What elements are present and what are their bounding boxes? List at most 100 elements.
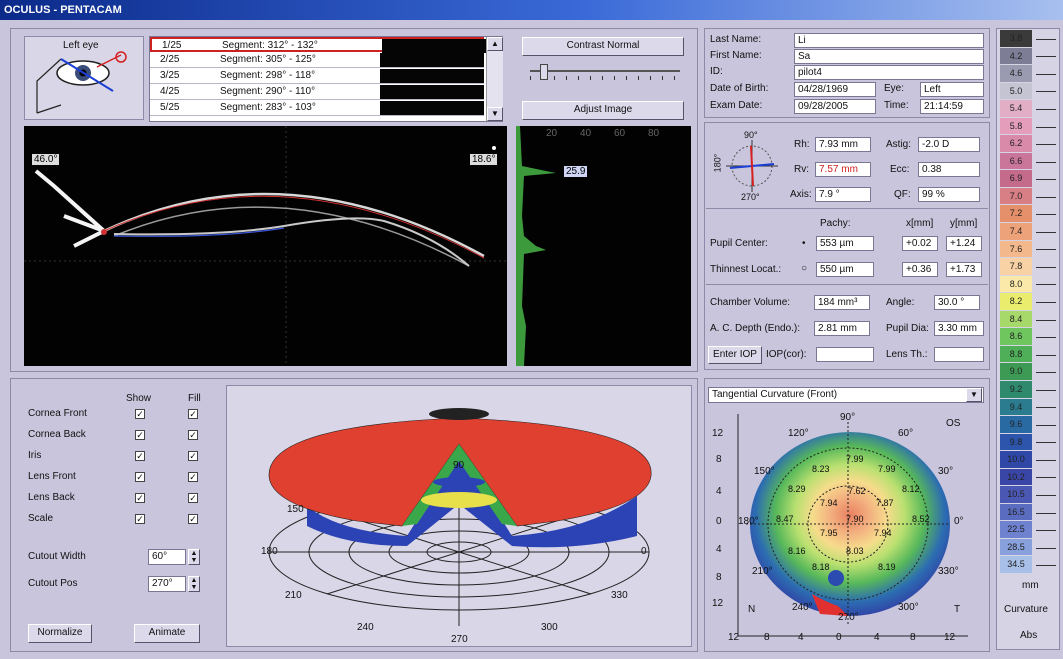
map-x-tick: 4	[798, 632, 804, 643]
lens-th-field[interactable]	[934, 347, 984, 362]
scale-cell: 9.6	[1000, 416, 1032, 433]
scale-tick	[1036, 459, 1056, 461]
scale-cell: 4.2	[1000, 47, 1032, 65]
normalize-button[interactable]: Normalize	[28, 624, 92, 643]
segment-item[interactable]: 1/25 Segment: 312° - 132°	[150, 37, 486, 53]
pupil-center-marker: •	[802, 238, 806, 249]
scroll-down-button[interactable]: ▼	[487, 107, 503, 121]
map-y-tick: 4	[716, 486, 722, 497]
thinnest-x[interactable]: +0.36	[902, 262, 938, 277]
cutout-pos-field[interactable]: 270°	[148, 576, 186, 592]
adjust-image-button[interactable]: Adjust Image	[522, 101, 684, 120]
pupil-center-pachy[interactable]: 553 µm	[816, 236, 874, 251]
exam-date-field[interactable]: 09/28/2005	[794, 99, 876, 114]
scale-tick	[1036, 108, 1056, 110]
rh-field[interactable]: 7.93 mm	[815, 137, 871, 152]
fill-checkbox[interactable]: ✓	[188, 514, 198, 524]
keratometry-divider	[706, 208, 988, 209]
chamber-volume-field[interactable]: 184 mm³	[814, 295, 870, 310]
show-checkbox[interactable]: ✓	[135, 409, 145, 419]
map-angle: 120°	[788, 428, 809, 439]
eye-icon	[36, 51, 127, 114]
segment-item[interactable]: 4/25 Segment: 290° - 110°	[150, 85, 484, 100]
cutout-width-label: Cutout Width	[28, 551, 86, 562]
show-checkbox[interactable]: ✓	[135, 514, 145, 524]
last-name-field[interactable]: Li	[794, 33, 984, 48]
show-checkbox[interactable]: ✓	[135, 493, 145, 503]
map-value: 7.94	[820, 498, 838, 508]
model-3d-view[interactable]: 90 150 180 0 210 330 240 300 270	[226, 385, 692, 647]
thinnest-marker: ○	[801, 263, 808, 274]
scale-tick	[1036, 196, 1056, 198]
id-field[interactable]: pilot4	[794, 65, 984, 80]
contrast-button[interactable]: Contrast Normal	[522, 37, 684, 56]
rv-field[interactable]: 7.57 mm	[815, 162, 871, 177]
time-label: Time:	[884, 100, 909, 111]
topo-map[interactable]: OS 12 8 4 0 4 8 12 12 8 4 0 4 8 12 N T 9…	[708, 406, 988, 650]
segment-item[interactable]: 5/25 Segment: 283° - 103°	[150, 101, 484, 116]
scale-tick	[1036, 91, 1056, 93]
fill-checkbox[interactable]: ✓	[188, 409, 198, 419]
fill-checkbox[interactable]: ✓	[188, 472, 198, 482]
segment-scrollbar[interactable]: ▲ ▼	[486, 37, 503, 121]
map-y-tick: 4	[716, 544, 722, 555]
astig-field[interactable]: -2.0 D	[918, 137, 980, 152]
ac-depth-field[interactable]: 2.81 mm	[814, 321, 870, 336]
segment-item[interactable]: 3/25 Segment: 298° - 118°	[150, 69, 484, 84]
dob-field[interactable]: 04/28/1969	[794, 82, 876, 97]
thinnest-pachy[interactable]: 550 µm	[816, 262, 874, 277]
axis-field[interactable]: 7.9 °	[815, 187, 871, 202]
fill-checkbox[interactable]: ✓	[188, 493, 198, 503]
scale-tick	[1036, 565, 1056, 567]
pupil-center-y[interactable]: +1.24	[946, 236, 982, 251]
map-eye-label: OS	[946, 418, 961, 429]
map-value: 8.47	[776, 514, 794, 524]
scheimpflug-image[interactable]: 46.0° 18.6°	[24, 126, 507, 366]
pupil-dia-field[interactable]: 3.30 mm	[934, 321, 984, 336]
densitometry-panel: 20 40 60 80 25.9	[516, 126, 691, 366]
slider-thumb[interactable]	[540, 64, 548, 80]
map-angle: 60°	[898, 428, 914, 439]
map-angle: 240°	[792, 602, 813, 613]
time-field[interactable]: 21:14:59	[920, 99, 984, 114]
animate-button[interactable]: Animate	[134, 624, 200, 643]
eye-selector[interactable]: Left eye	[24, 36, 144, 120]
fill-checkbox[interactable]: ✓	[188, 451, 198, 461]
cutout-width-stepper[interactable]: ▲ ▼	[188, 549, 200, 565]
contrast-slider[interactable]	[530, 64, 680, 90]
rv-label: Rv:	[794, 164, 809, 175]
show-header: Show	[126, 393, 152, 404]
map-angle: 270°	[838, 612, 859, 623]
enter-iop-button[interactable]: Enter IOP	[708, 346, 762, 364]
scroll-up-button[interactable]: ▲	[487, 37, 503, 51]
show-checkbox[interactable]: ✓	[135, 472, 145, 482]
eye-side-field[interactable]: Left	[920, 82, 984, 97]
show-checkbox[interactable]: ✓	[135, 430, 145, 440]
option-label: Iris	[28, 450, 42, 461]
angle-field[interactable]: 30.0 °	[934, 295, 980, 310]
cutout-width-field[interactable]: 60°	[148, 549, 186, 565]
map-x-tick: 12	[728, 632, 740, 643]
map-type-dropdown[interactable]: Tangential Curvature (Front)	[708, 387, 984, 403]
angle-label-240: 240	[357, 622, 374, 633]
iop-cor-field[interactable]	[816, 347, 874, 362]
scale-tick	[1036, 126, 1056, 128]
show-checkbox[interactable]: ✓	[135, 451, 145, 461]
scale-cell: 8.6	[1000, 328, 1032, 345]
scale-cell: 34.5	[1000, 556, 1032, 573]
segment-list[interactable]: 1/25 Segment: 312° - 132° 2/25 Segment: …	[149, 36, 503, 122]
scale-cell: 3.8	[1000, 30, 1032, 47]
ecc-field[interactable]: 0.38	[918, 162, 980, 177]
pupil-center-x[interactable]: +0.02	[902, 236, 938, 251]
cutout-pos-stepper[interactable]: ▲ ▼	[188, 576, 200, 592]
map-value: 8.16	[788, 546, 806, 556]
fill-checkbox[interactable]: ✓	[188, 430, 198, 440]
qf-field[interactable]: 99 %	[918, 187, 980, 202]
angle-label-270: 270	[451, 634, 468, 645]
eye-side-label: Eye:	[884, 83, 905, 94]
first-name-field[interactable]: Sa	[794, 49, 984, 64]
thinnest-y[interactable]: +1.73	[946, 262, 982, 277]
segment-item[interactable]: 2/25 Segment: 305° - 125°	[150, 53, 484, 68]
dropdown-arrow-icon[interactable]: ▼	[966, 388, 982, 402]
map-value: 8.18	[812, 562, 830, 572]
